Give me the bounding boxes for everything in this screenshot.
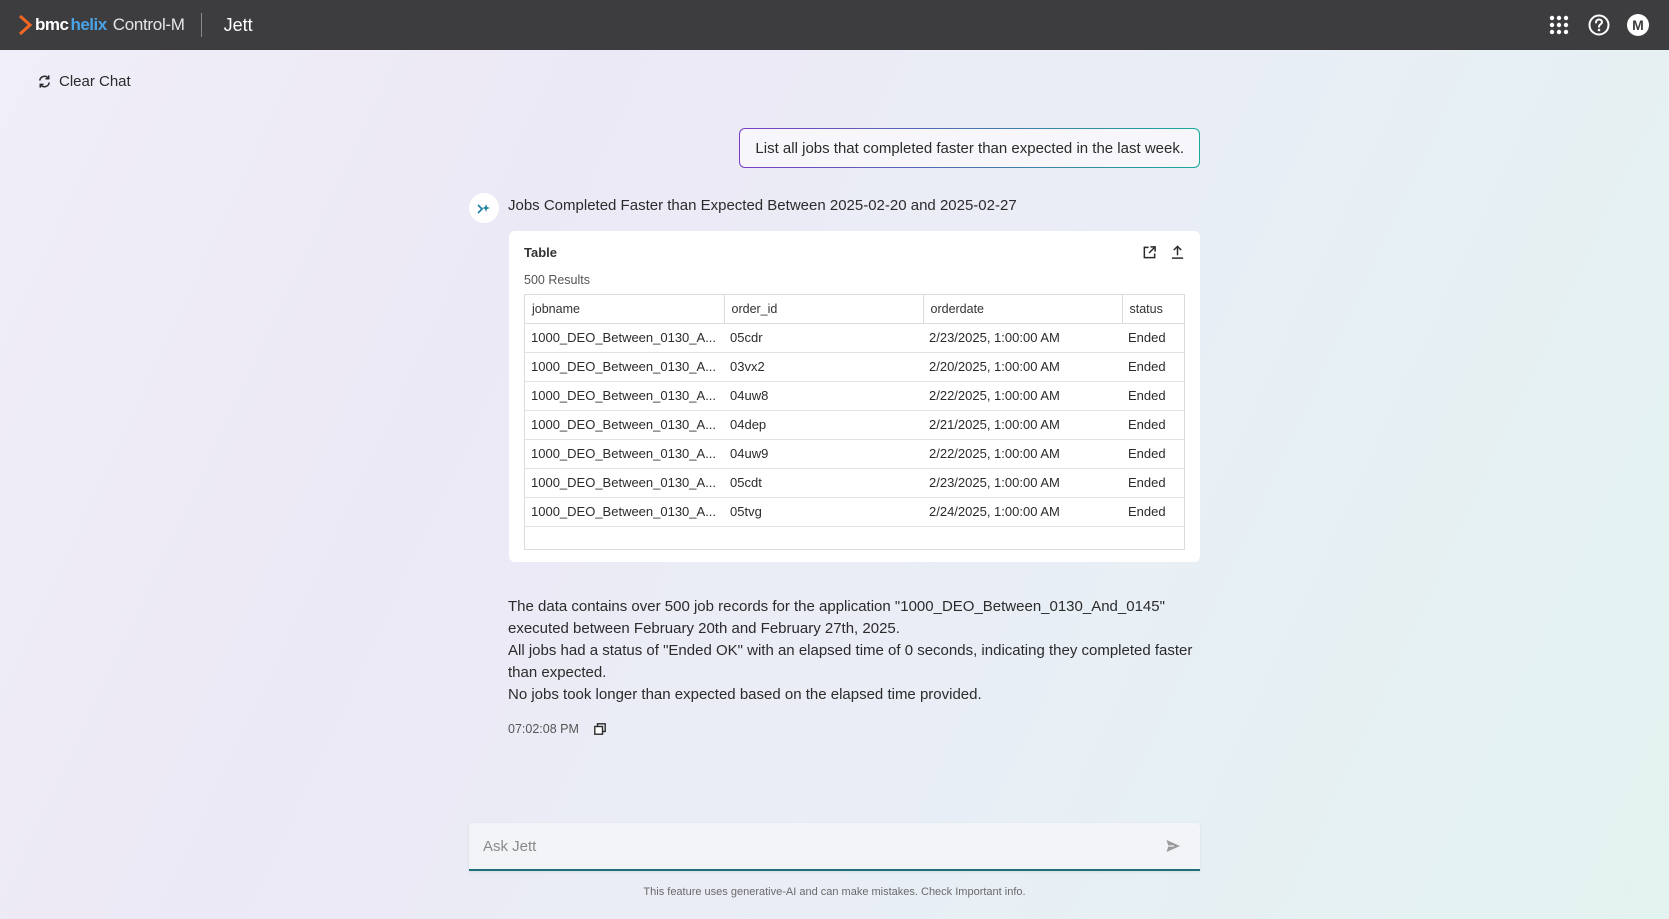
top-bar: bmc helix Control-M Jett M bbox=[0, 0, 1669, 50]
user-message-bubble: List all jobs that completed faster than… bbox=[739, 128, 1200, 168]
cell-jobname: 1000_DEO_Between_0130_A... bbox=[525, 439, 724, 469]
cell-order-id: 05cdr bbox=[724, 323, 923, 353]
table-row[interactable]: 1000_DEO_Between_0130_A... 03vx2 2/20/20… bbox=[525, 352, 1184, 382]
open-external-icon[interactable] bbox=[1140, 243, 1158, 261]
cell-status: Ended bbox=[1122, 323, 1184, 353]
column-header-status[interactable]: status bbox=[1122, 295, 1184, 324]
cell-orderdate: 2/22/2025, 1:00:00 AM bbox=[923, 381, 1122, 411]
cell-jobname: 1000_DEO_Between_0130_A... bbox=[525, 468, 724, 498]
brand-logo[interactable]: bmc helix Control-M bbox=[18, 0, 185, 50]
ai-disclaimer: This feature uses generative-AI and can … bbox=[643, 886, 1026, 898]
app-name: Jett bbox=[223, 14, 253, 35]
clear-chat-label: Clear Chat bbox=[59, 73, 131, 90]
table-row[interactable]: 1000_DEO_Between_0130_A... 05cdt 2/23/20… bbox=[525, 468, 1184, 498]
table-header-row: jobname order_id orderdate status bbox=[525, 295, 1184, 324]
table-row[interactable]: 1000_DEO_Between_0130_A... 05cdr 2/23/20… bbox=[525, 323, 1184, 353]
response-title: Jobs Completed Faster than Expected Betw… bbox=[508, 197, 1017, 214]
jett-sparkle-icon bbox=[477, 204, 490, 214]
cell-jobname: 1000_DEO_Between_0130_A... bbox=[525, 381, 724, 411]
cell-order-id: 04dep bbox=[724, 410, 923, 440]
copy-icon[interactable] bbox=[593, 722, 607, 736]
cell-orderdate: 2/21/2025, 1:00:00 AM bbox=[923, 410, 1122, 440]
cell-orderdate: 2/22/2025, 1:00:00 AM bbox=[923, 439, 1122, 469]
summary-paragraph: No jobs took longer than expected based … bbox=[508, 686, 982, 703]
cell-orderdate: 2/24/2025, 1:00:00 AM bbox=[923, 497, 1122, 527]
header-divider bbox=[200, 13, 202, 37]
table-row[interactable]: 1000_DEO_Between_0130_A... 05tvg 2/24/20… bbox=[525, 497, 1184, 527]
cell-orderdate: 2/20/2025, 1:00:00 AM bbox=[923, 352, 1122, 382]
cell-jobname: 1000_DEO_Between_0130_A... bbox=[525, 323, 724, 353]
cell-status: Ended bbox=[1122, 439, 1184, 469]
top-icons: M bbox=[1547, 0, 1649, 50]
response-meta: 07:02:08 PM bbox=[508, 722, 607, 736]
refresh-icon bbox=[39, 75, 50, 88]
summary-paragraph: The data contains over 500 job records f… bbox=[508, 598, 1165, 637]
table-row[interactable]: 1000_DEO_Between_0130_A... 04uw8 2/22/20… bbox=[525, 381, 1184, 411]
cell-status: Ended bbox=[1122, 468, 1184, 498]
apps-grid-icon[interactable] bbox=[1547, 13, 1571, 37]
clear-chat-button[interactable]: Clear Chat bbox=[37, 73, 131, 90]
table-card-actions bbox=[1140, 243, 1186, 261]
column-header-jobname[interactable]: jobname bbox=[525, 295, 725, 324]
table-row[interactable]: 1000_DEO_Between_0130_A... 04dep 2/21/20… bbox=[525, 410, 1184, 440]
brand-product-name: Control-M bbox=[112, 15, 185, 34]
cell-orderdate: 2/23/2025, 1:00:00 AM bbox=[923, 323, 1122, 353]
message-timestamp: 07:02:08 PM bbox=[508, 722, 579, 736]
cell-order-id: 05tvg bbox=[724, 497, 923, 527]
cell-order-id: 04uw8 bbox=[724, 381, 923, 411]
cell-orderdate: 2/23/2025, 1:00:00 AM bbox=[923, 468, 1122, 498]
response-summary: The data contains over 500 job records f… bbox=[508, 596, 1198, 706]
export-upload-icon[interactable] bbox=[1168, 243, 1186, 261]
cell-order-id: 03vx2 bbox=[724, 352, 923, 382]
brand-helix-text: helix bbox=[70, 15, 107, 34]
cell-order-id: 04uw9 bbox=[724, 439, 923, 469]
summary-paragraph: All jobs had a status of "Ended OK" with… bbox=[508, 642, 1193, 681]
table-row[interactable]: 1000_DEO_Between_0130_A... 04uw9 2/22/20… bbox=[525, 439, 1184, 469]
user-avatar[interactable]: M bbox=[1627, 14, 1649, 36]
cell-order-id: 05cdt bbox=[724, 468, 923, 498]
ask-jett-input-container bbox=[469, 823, 1200, 871]
table-card-title: Table bbox=[524, 245, 557, 260]
cell-status: Ended bbox=[1122, 497, 1184, 527]
column-header-order-id[interactable]: order_id bbox=[724, 295, 924, 324]
cell-status: Ended bbox=[1122, 410, 1184, 440]
jett-bot-avatar bbox=[469, 193, 499, 223]
column-header-orderdate[interactable]: orderdate bbox=[923, 295, 1123, 324]
cell-jobname: 1000_DEO_Between_0130_A... bbox=[525, 497, 724, 527]
help-icon[interactable] bbox=[1587, 13, 1611, 37]
results-table[interactable]: jobname order_id orderdate status 1000_D… bbox=[524, 294, 1185, 550]
cell-jobname: 1000_DEO_Between_0130_A... bbox=[525, 352, 724, 382]
results-count: 500 Results bbox=[524, 273, 591, 287]
ask-jett-input[interactable] bbox=[483, 823, 1133, 869]
brand-bmc-text: bmc bbox=[35, 15, 69, 34]
bmc-chevron-icon bbox=[18, 15, 32, 35]
results-table-card: Table 500 Results jobname order_id order… bbox=[509, 231, 1200, 562]
send-icon[interactable] bbox=[1164, 837, 1182, 855]
cell-status: Ended bbox=[1122, 352, 1184, 382]
cell-jobname: 1000_DEO_Between_0130_A... bbox=[525, 410, 724, 440]
cell-status: Ended bbox=[1122, 381, 1184, 411]
